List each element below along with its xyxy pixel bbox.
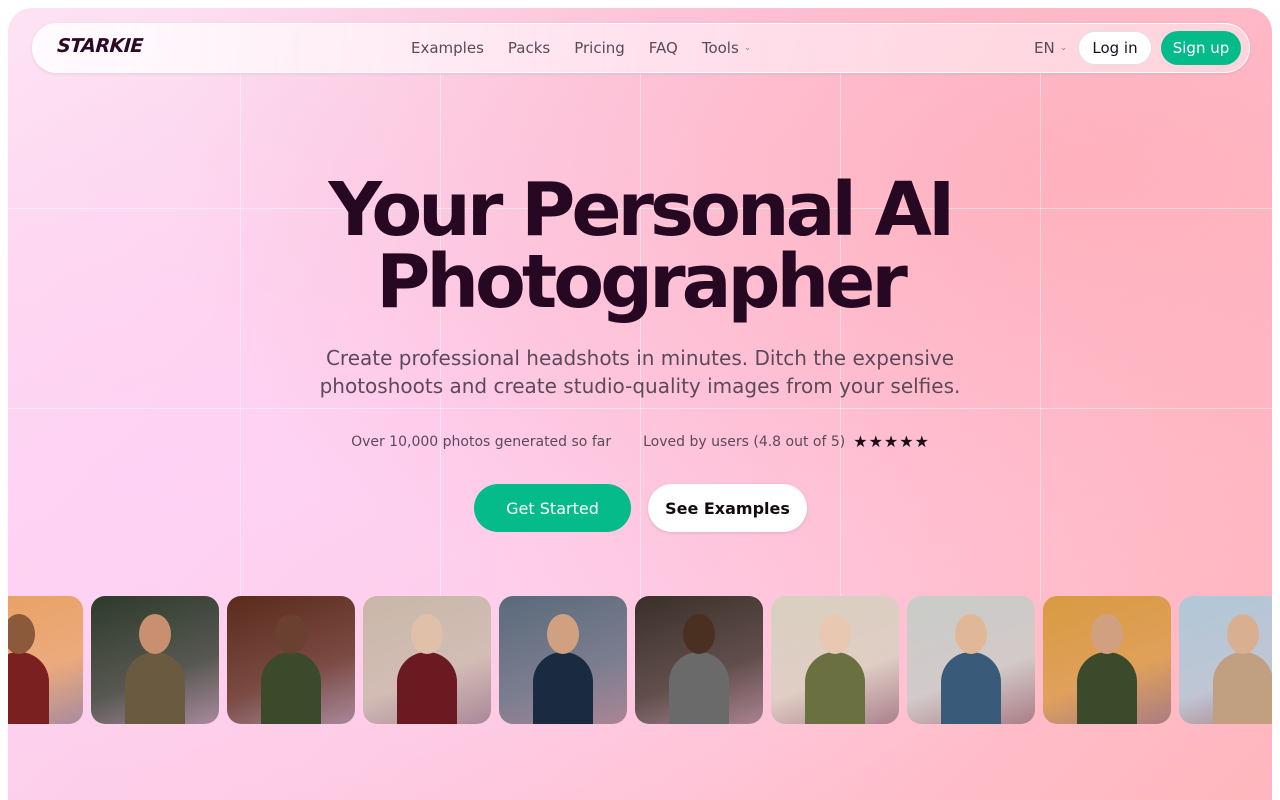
star-icon: ★ [914, 432, 929, 451]
grid-line [1040, 72, 1041, 600]
nav-link-label: FAQ [648, 39, 678, 57]
person-head [955, 614, 987, 654]
person-head [139, 614, 171, 654]
rating-label: Loved by users (4.8 out of 5) [643, 433, 846, 450]
example-photo[interactable] [635, 596, 763, 724]
example-photo[interactable] [8, 596, 83, 724]
example-photo[interactable] [91, 596, 219, 724]
get-started-button[interactable]: Get Started [474, 484, 631, 532]
person-head [411, 614, 443, 654]
person-body [805, 652, 865, 724]
rating-stat: Loved by users (4.8 out of 5) ★ ★ ★ ★ ★ [643, 432, 929, 451]
hero-title-line: Your Personal AI [328, 167, 956, 253]
person-head [547, 614, 579, 654]
rating-stars: ★ ★ ★ ★ ★ [853, 432, 929, 451]
person-head [1091, 614, 1123, 654]
nav-link-pricing[interactable]: Pricing [574, 39, 625, 57]
chevron-down-icon: ⌄ [1059, 43, 1068, 53]
star-icon: ★ [868, 432, 883, 451]
person-head [683, 614, 715, 654]
nav-link-faq[interactable]: FAQ [649, 39, 678, 57]
grid-line [240, 72, 241, 600]
person-body [1077, 652, 1137, 724]
nav-link-label: Tools [701, 39, 739, 57]
example-photo[interactable] [1043, 596, 1171, 724]
hero-title: Your Personal AI Photographer [8, 167, 1272, 325]
grid-line [840, 72, 841, 600]
chevron-down-icon: ⌄ [743, 43, 752, 53]
grid-line [8, 408, 1272, 409]
language-selector[interactable]: EN ⌄ [1034, 24, 1067, 72]
hero-subtitle-line: photoshoots and create studio-quality im… [319, 374, 961, 398]
person-head [275, 614, 307, 654]
nav-link-label: Packs [507, 39, 551, 57]
hero-subtitle: Create professional headshots in minutes… [8, 344, 1272, 400]
nav-link-examples[interactable]: Examples [411, 39, 484, 57]
language-label: EN [1034, 39, 1055, 57]
person-body [261, 652, 321, 724]
star-icon: ★ [853, 432, 868, 451]
example-photo[interactable] [771, 596, 899, 724]
star-icon: ★ [899, 432, 914, 451]
see-examples-button[interactable]: See Examples [648, 484, 807, 532]
person-body [669, 652, 729, 724]
person-body [1213, 652, 1272, 724]
star-icon: ★ [883, 432, 899, 451]
hero-stats: Over 10,000 photos generated so far Love… [8, 432, 1272, 451]
page-frame: STARKIE Examples Packs Pricing FAQ Tools… [8, 8, 1272, 800]
person-body [941, 652, 1001, 724]
nav-link-label: Examples [411, 39, 484, 57]
person-body [8, 652, 49, 724]
example-photo[interactable] [227, 596, 355, 724]
photos-generated-stat: Over 10,000 photos generated so far [351, 433, 612, 450]
nav-links: Examples Packs Pricing FAQ Tools ⌄ [411, 24, 751, 72]
person-head [819, 614, 851, 654]
person-head [1227, 614, 1259, 654]
top-navigation: STARKIE Examples Packs Pricing FAQ Tools… [32, 23, 1250, 73]
hero-title-line: Photographer [376, 239, 908, 325]
example-photo[interactable] [363, 596, 491, 724]
example-photo[interactable] [907, 596, 1035, 724]
person-body [533, 652, 593, 724]
signup-button[interactable]: Sign up [1161, 31, 1241, 65]
starkie-logo[interactable]: STARKIE [56, 35, 143, 61]
example-photo[interactable] [499, 596, 627, 724]
login-button[interactable]: Log in [1078, 31, 1152, 65]
nav-link-label: Pricing [574, 39, 625, 57]
hero-subtitle-line: Create professional headshots in minutes… [325, 346, 955, 370]
nav-link-packs[interactable]: Packs [508, 39, 550, 57]
grid-line [440, 72, 441, 600]
person-body [397, 652, 457, 724]
example-photo[interactable] [1179, 596, 1272, 724]
person-body [125, 652, 185, 724]
nav-link-tools[interactable]: Tools ⌄ [702, 39, 752, 57]
grid-line [640, 72, 641, 600]
